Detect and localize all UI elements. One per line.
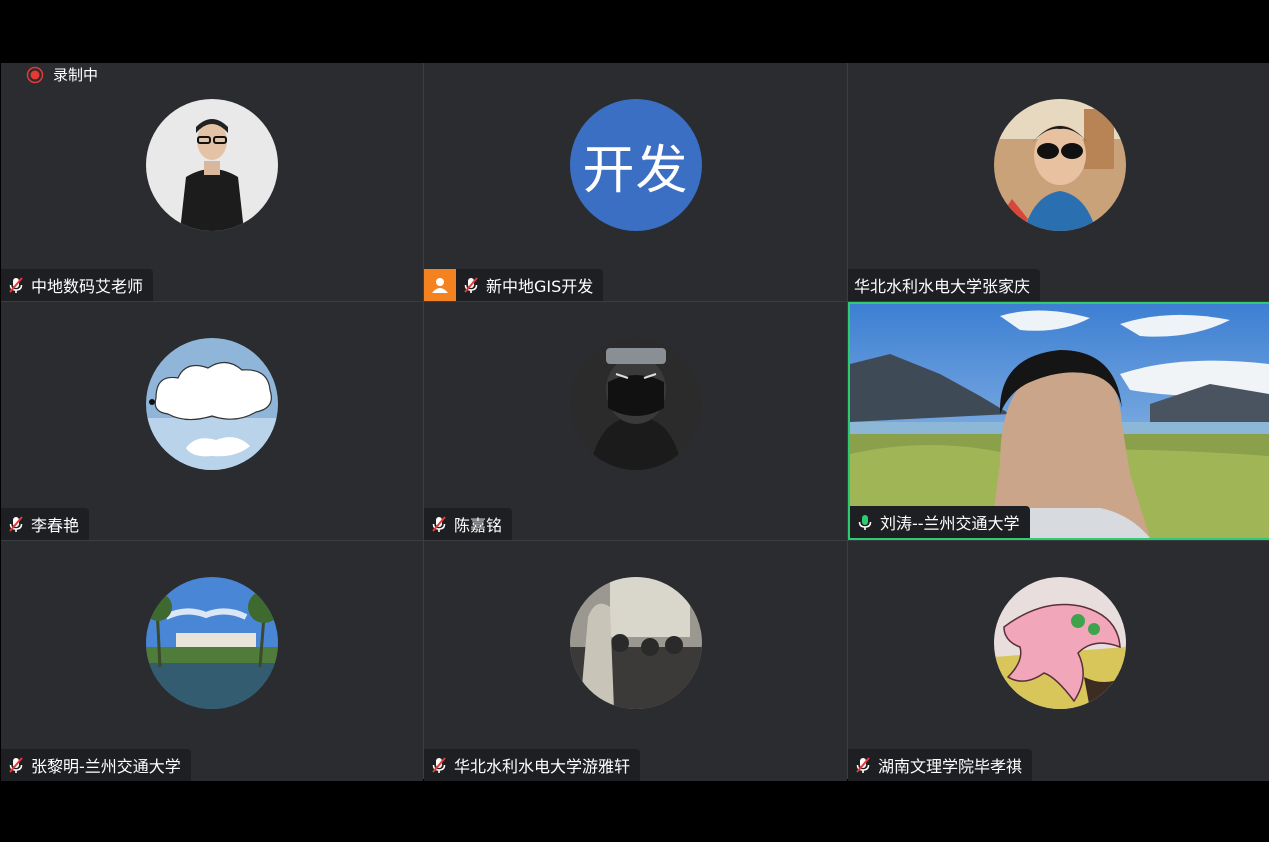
participant-name-bar: 华北水利水电大学张家庆 — [848, 269, 1041, 301]
participant-tile[interactable]: 李春艳 — [1, 302, 423, 540]
mic-muted-icon[interactable] — [430, 515, 448, 533]
landscape-video — [850, 304, 1269, 538]
participant-tile[interactable]: 华北水利水电大学游雅轩 — [424, 541, 847, 781]
participant-name-bar: 华北水利水电大学游雅轩 — [424, 749, 641, 781]
starfish-icon — [993, 577, 1126, 709]
participant-tile[interactable]: 中地数码艾老师 — [1, 63, 423, 301]
participant-name-bar: 湖南文理学院毕孝祺 — [848, 749, 1033, 781]
participant-tile[interactable]: 湖南文理学院毕孝祺 — [848, 541, 1269, 781]
avatar-initials: 开发 — [569, 99, 702, 231]
avatar — [146, 577, 278, 709]
mic-muted-icon[interactable] — [7, 515, 25, 533]
participant-tile-active[interactable]: 刘涛--兰州交通大学 — [848, 302, 1269, 540]
avatar — [569, 338, 702, 470]
participant-tile[interactable]: 张黎明-兰州交通大学 — [1, 541, 423, 781]
participant-name: 李春艳 — [31, 516, 80, 535]
participant-name: 陈嘉铭 — [454, 516, 503, 535]
ninja-icon — [569, 338, 702, 470]
person-photo-icon — [146, 99, 278, 231]
avatar — [993, 99, 1126, 231]
participant-name: 新中地GIS开发 — [486, 277, 594, 296]
mic-muted-icon[interactable] — [7, 756, 25, 774]
mic-muted-icon[interactable] — [7, 276, 25, 294]
participant-tile[interactable]: 陈嘉铭 — [424, 302, 847, 540]
participant-name: 湖南文理学院毕孝祺 — [878, 757, 1023, 776]
participant-name: 华北水利水电大学游雅轩 — [454, 757, 631, 776]
participant-name: 华北水利水电大学张家庆 — [854, 277, 1031, 296]
participant-name: 张黎明-兰州交通大学 — [31, 757, 181, 776]
mic-muted-icon[interactable] — [854, 756, 872, 774]
campus-lake-icon — [146, 577, 278, 709]
mic-muted-icon[interactable] — [430, 756, 448, 774]
mic-active-icon[interactable] — [856, 513, 874, 531]
host-badge-icon — [424, 269, 456, 301]
participant-tile[interactable]: 开发 新中地GIS开发 — [424, 63, 847, 301]
video-grid: 中地数码艾老师 开发 新中地GIS开发 华北水利水电大学张家庆 李春艳 陈嘉铭 … — [1, 63, 1269, 781]
participant-video — [850, 304, 1269, 538]
sunglasses-photo-icon — [993, 99, 1126, 231]
participant-name: 刘涛--兰州交通大学 — [880, 514, 1020, 533]
avatar — [146, 338, 278, 470]
recording-indicator: 录制中 — [26, 64, 98, 85]
avatar — [569, 577, 702, 709]
classroom-photo-icon — [569, 577, 702, 709]
participant-name-bar: 新中地GIS开发 — [424, 269, 604, 301]
mic-muted-icon[interactable] — [462, 276, 480, 294]
participant-name-bar: 张黎明-兰州交通大学 — [1, 749, 191, 781]
avatar — [993, 577, 1126, 709]
cloud-dog-icon — [146, 338, 278, 470]
recording-label: 录制中 — [53, 66, 99, 84]
participant-name-bar: 陈嘉铭 — [424, 508, 513, 540]
avatar — [146, 99, 278, 231]
participant-name-bar: 刘涛--兰州交通大学 — [850, 506, 1030, 538]
participant-tile[interactable]: 华北水利水电大学张家庆 — [848, 63, 1269, 301]
participant-name: 中地数码艾老师 — [31, 277, 144, 296]
participant-name-bar: 李春艳 — [1, 508, 90, 540]
record-icon — [26, 66, 44, 83]
participant-name-bar: 中地数码艾老师 — [1, 269, 154, 301]
